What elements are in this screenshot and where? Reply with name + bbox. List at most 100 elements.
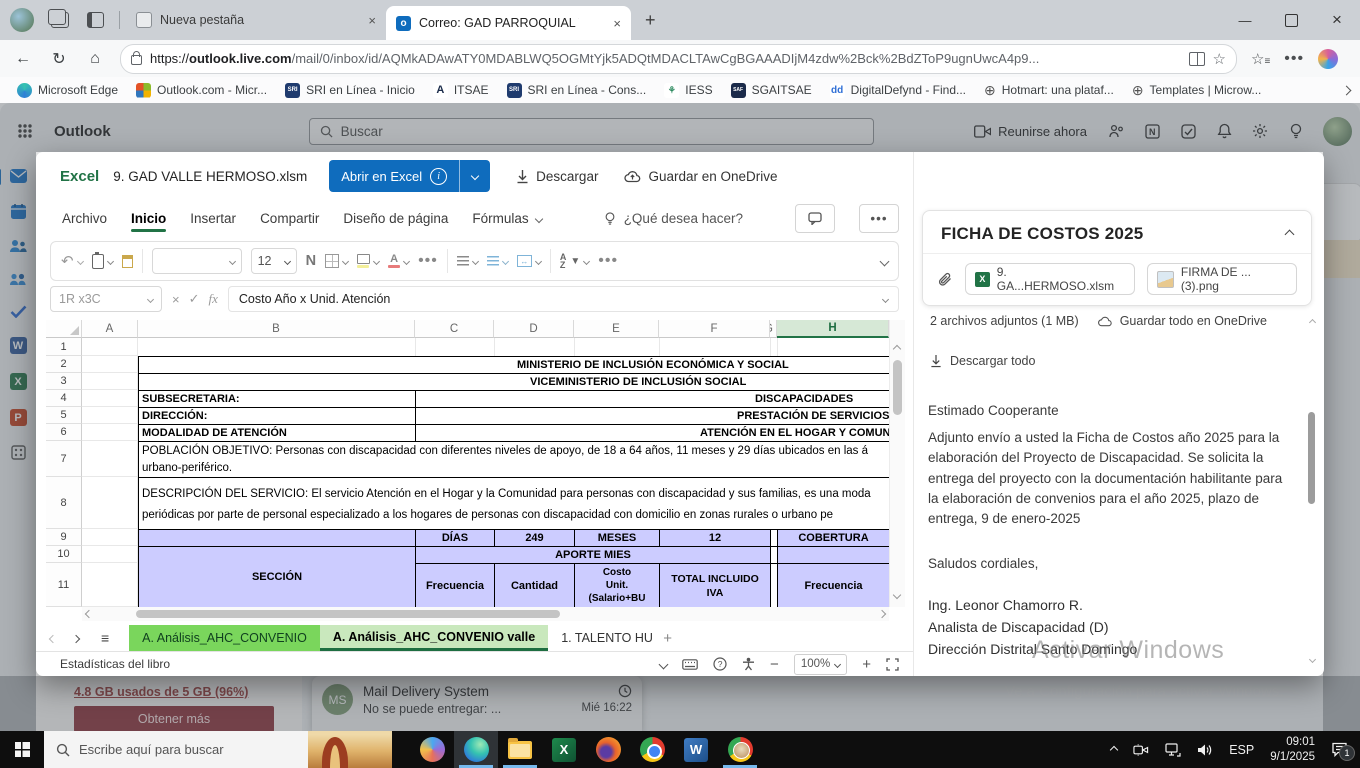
zoom-level-select[interactable]: 100% xyxy=(794,654,847,675)
row-header[interactable]: 8 xyxy=(46,477,82,529)
row-header[interactable]: 1 xyxy=(46,338,82,356)
column-header[interactable]: G xyxy=(770,320,777,338)
tab-nueva-pestana[interactable]: Nueva pestaña × xyxy=(126,4,386,36)
vertical-scroll-thumb[interactable] xyxy=(893,360,902,415)
select-all-corner[interactable] xyxy=(46,320,82,338)
taskbar-file-explorer[interactable] xyxy=(498,731,542,768)
bold-button[interactable]: N xyxy=(306,253,316,269)
window-close-button[interactable]: × xyxy=(1314,0,1360,40)
column-header[interactable]: B xyxy=(138,320,415,338)
ribbon-tab-archivo[interactable]: Archivo xyxy=(62,205,107,232)
toolbar-more-button[interactable]: ••• xyxy=(598,252,618,270)
powerpoint-icon[interactable]: P xyxy=(10,409,27,426)
bookmark-item[interactable]: SRISRI en Línea - Cons... xyxy=(500,80,654,101)
snooze-clock-icon[interactable] xyxy=(618,684,632,698)
taskbar-firefox[interactable] xyxy=(586,731,630,768)
notifications-bell-icon[interactable] xyxy=(1207,123,1241,139)
meet-now-tray-icon[interactable] xyxy=(1133,743,1149,757)
todo-check-icon[interactable] xyxy=(10,305,27,318)
zoom-in-icon[interactable]: + xyxy=(862,656,871,673)
format-painter-button[interactable] xyxy=(122,255,133,268)
column-a-cells[interactable] xyxy=(82,338,138,607)
collapse-toolbar-icon[interactable] xyxy=(881,252,888,270)
attachment-chip-xlsm[interactable]: X9. GA...HERMOSO.xlsm xyxy=(965,263,1135,295)
undo-button[interactable]: ↶ xyxy=(61,252,83,270)
volume-icon[interactable] xyxy=(1197,743,1213,757)
font-family-select[interactable] xyxy=(152,248,242,274)
user-avatar[interactable] xyxy=(1323,117,1352,146)
bookmark-item[interactable]: SRISRI en Línea - Inicio xyxy=(278,80,422,101)
cancel-entry-icon[interactable]: × xyxy=(172,292,180,307)
taskbar-copilot[interactable] xyxy=(410,731,454,768)
clock[interactable]: 09:019/1/2025 xyxy=(1270,735,1315,765)
accessibility-icon[interactable] xyxy=(742,657,755,671)
calendar-icon[interactable] xyxy=(10,203,27,220)
taskbar-edge[interactable] xyxy=(454,731,498,768)
groups-icon[interactable] xyxy=(9,272,27,286)
font-size-select[interactable]: 12 xyxy=(251,248,297,274)
bookmark-item[interactable]: ⊕Hotmart: una plataf... xyxy=(977,79,1121,102)
column-header[interactable]: E xyxy=(574,320,659,338)
borders-button[interactable] xyxy=(325,254,348,268)
split-screen-icon[interactable] xyxy=(1189,52,1205,66)
save-all-onedrive-button[interactable]: Guardar todo en OneDrive xyxy=(1097,314,1267,328)
onenote-icon[interactable]: N xyxy=(1135,124,1169,139)
formula-bar-input[interactable]: Costo Año x Unid. Atención xyxy=(228,286,899,312)
sheet-list-icon[interactable]: ≡ xyxy=(101,630,109,646)
horizontal-scroll-thumb[interactable] xyxy=(136,610,560,618)
language-indicator[interactable]: ESP xyxy=(1229,743,1254,757)
fx-icon[interactable]: fx xyxy=(209,291,218,307)
taskbar-word[interactable]: W xyxy=(674,731,718,768)
save-to-onedrive-button[interactable]: Guardar en OneDrive xyxy=(624,169,777,184)
start-button[interactable] xyxy=(0,731,44,768)
people-icon[interactable] xyxy=(9,239,27,253)
get-more-button[interactable]: Obtener más xyxy=(74,706,274,732)
home-icon[interactable]: ⌂ xyxy=(84,50,106,68)
email-scroll-thumb[interactable] xyxy=(1308,412,1315,504)
ribbon-tab-insertar[interactable]: Insertar xyxy=(190,205,236,232)
row-header[interactable]: 7 xyxy=(46,441,82,477)
collapse-email-icon[interactable] xyxy=(1285,229,1295,239)
spreadsheet-table[interactable]: MINISTERIO DE INCLUSIÓN ECONÓMICA Y SOCI… xyxy=(138,356,889,607)
row-header[interactable]: 11 xyxy=(46,563,82,607)
sheet-nav-next-icon[interactable] xyxy=(73,631,79,645)
action-center-icon[interactable]: 1 xyxy=(1331,742,1348,757)
app-launcher-icon[interactable] xyxy=(8,124,42,138)
window-restore-button[interactable] xyxy=(1268,0,1314,40)
bookmark-item[interactable]: ⊕Templates | Microw... xyxy=(1125,79,1269,102)
row-header[interactable]: 9 xyxy=(46,529,82,546)
copilot-icon[interactable] xyxy=(1318,49,1338,69)
zoom-out-icon[interactable]: − xyxy=(770,656,779,673)
bookmark-item[interactable]: Microsoft Edge xyxy=(10,80,125,101)
taskbar-chrome[interactable] xyxy=(630,731,674,768)
back-icon[interactable]: ← xyxy=(12,50,34,68)
attachment-chip-png[interactable]: FIRMA DE ...(3).png xyxy=(1147,263,1297,295)
align-button[interactable] xyxy=(457,256,478,266)
mail-notification-card[interactable]: MS Mail Delivery System No se puede entr… xyxy=(312,676,642,731)
column-header[interactable]: F xyxy=(659,320,770,338)
add-sheet-button[interactable]: + xyxy=(663,630,672,647)
bookmarks-overflow-icon[interactable] xyxy=(1343,81,1350,99)
search-highlight-image[interactable] xyxy=(308,731,392,768)
column-header-selected[interactable]: H xyxy=(777,320,889,338)
column-header[interactable]: C xyxy=(415,320,494,338)
bookmark-item[interactable]: ⚘IESS xyxy=(657,80,719,101)
favorite-star-icon[interactable]: ☆ xyxy=(1213,50,1226,68)
fullscreen-icon[interactable] xyxy=(886,658,899,671)
bookmark-item[interactable]: ddDigitalDefynd - Find... xyxy=(823,80,973,101)
storage-usage-link[interactable]: 4.8 GB usados de 5 GB (96%) xyxy=(74,685,302,699)
font-color-button[interactable]: A xyxy=(388,255,409,268)
taskbar-chrome-profile[interactable] xyxy=(718,731,762,768)
taskbar-search[interactable]: Escribe aquí para buscar xyxy=(44,731,392,768)
tab-close-icon[interactable]: × xyxy=(613,16,621,31)
name-box[interactable]: 1R x3C xyxy=(50,286,162,312)
sort-filter-button[interactable]: AZ▼ xyxy=(560,253,589,269)
bookmark-item[interactable]: Outlook.com - Micr... xyxy=(129,80,274,101)
sheet-tab[interactable]: A. Análisis_AHC_CONVENIO xyxy=(129,625,320,651)
window-minimize-button[interactable]: — xyxy=(1222,0,1268,40)
tab-correo-active[interactable]: o Correo: GAD PARROQUIAL VALLE × xyxy=(386,6,631,40)
open-in-excel-dropdown[interactable] xyxy=(459,160,490,192)
confirm-entry-icon[interactable]: ✓ xyxy=(189,291,200,307)
todo-icon[interactable] xyxy=(1171,124,1205,139)
ribbon-tab-compartir[interactable]: Compartir xyxy=(260,205,319,232)
